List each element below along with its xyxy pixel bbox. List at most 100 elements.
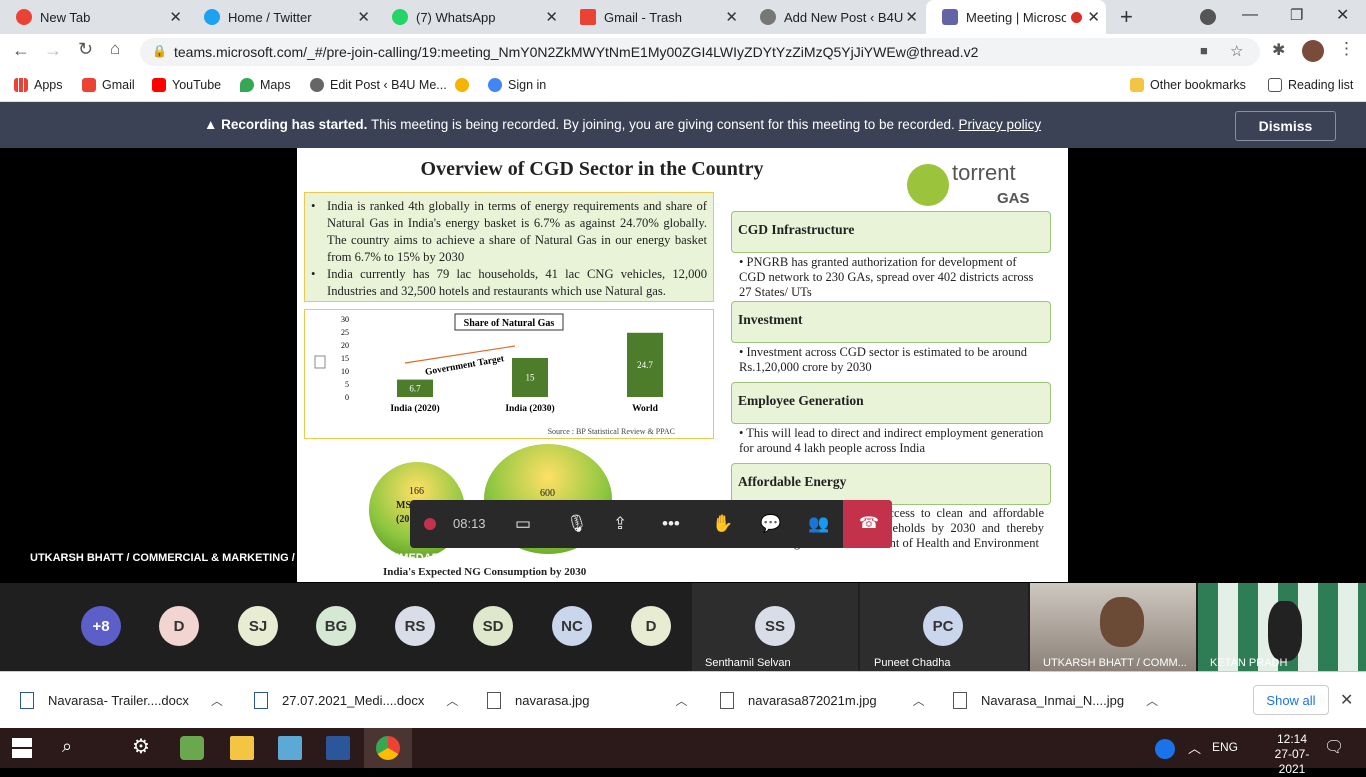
box-cgd-infrastructure: CGD Infrastructure [731,211,1051,253]
bookmark-sign-in[interactable]: Sign in [488,78,546,92]
gmail-icon [82,78,96,92]
y-tick-label: 30 [341,315,349,324]
profile-avatar[interactable] [1302,40,1324,62]
consumption-label: India's Expected NG Consumption by 2030 [383,566,587,578]
download-item[interactable]: Navarasa_Inmai_N....jpg ︿ [953,692,1158,709]
close-icon[interactable]: ✕ [725,8,738,26]
google-icon [488,78,502,92]
participant-name: KETAN PRADH [1210,657,1288,669]
file-explorer-icon[interactable] [230,736,254,760]
show-all-button[interactable]: Show all [1253,685,1329,715]
download-item[interactable]: Navarasa- Trailer....docx ︿ [20,692,223,709]
clock[interactable]: 12:14 27-07-2021 [1262,732,1322,777]
tab-search-icon[interactable] [1200,9,1216,25]
bookmark-edit-post[interactable]: Edit Post ‹ B4U Me... [310,78,447,92]
participant-avatar[interactable]: SJ [238,606,278,646]
chevron-up-icon[interactable]: ︿ [446,692,458,709]
chevron-up-icon[interactable]: ︿ [675,692,687,709]
y-tick-label: 25 [341,328,349,337]
camera-icon[interactable]: ■ [1200,43,1208,58]
tray-chevron-icon[interactable]: ︿ [1188,738,1201,757]
back-icon[interactable]: ← [12,40,30,61]
tab-new-tab[interactable]: New Tab ✕ [0,0,188,34]
mic-off-icon[interactable]: 🎙 [566,514,588,534]
tab-gmail[interactable]: Gmail - Trash ✕ [564,0,744,34]
reading-list[interactable]: Reading list [1268,78,1353,92]
minimize-icon[interactable]: — [1242,6,1258,24]
chrome-taskbar-item[interactable] [364,728,412,768]
participant-avatar[interactable]: NC [552,606,592,646]
dismiss-button[interactable]: Dismiss [1235,111,1336,141]
y-tick-label: 15 [341,354,349,363]
menu-icon[interactable]: ⋮ [1338,39,1355,59]
restore-icon[interactable]: ❐ [1290,6,1303,24]
language-indicator[interactable]: ENG [1212,740,1238,754]
notifications-icon[interactable]: 🗨 [1324,737,1344,757]
extensions-icon[interactable]: ✱ [1272,40,1285,60]
tab-whatsapp[interactable]: (7) WhatsApp ✕ [376,0,564,34]
share-chart-box: 0 5 10 15 20 25 30 Share of Natural Gas 6.7 India… [304,309,714,439]
participant-video [1100,597,1144,647]
x-tick-label: India (2020) [390,403,439,414]
download-item[interactable]: 27.07.2021_Medi....docx ︿ [254,692,458,709]
privacy-policy-link[interactable]: Privacy policy [959,117,1042,132]
settings-icon[interactable]: ⚙ [132,734,150,759]
participant-avatar[interactable]: BG [316,606,356,646]
download-item[interactable]: navarasa872021m.jpg ︿ [720,692,925,709]
logo-text: torrent [952,160,1016,185]
participant-video [1268,601,1302,661]
meeting-controls: 08:13 ▭ 🎙 ⇪ ••• ✋ 💬 👥 ☎ [410,500,892,548]
more-participants[interactable]: +8 [81,606,121,646]
help-icon[interactable] [1155,739,1175,759]
bookmark-youtube[interactable]: YouTube [152,78,221,92]
participants-icon[interactable]: 👥 [808,514,829,534]
more-options-icon[interactable]: ••• [662,514,680,534]
bookmark-emoji[interactable] [455,78,475,92]
bookmark-maps[interactable]: Maps [240,78,291,92]
tab-twitter[interactable]: Home / Twitter ✕ [188,0,376,34]
hang-up-button[interactable]: ☎ [843,500,892,548]
bookmark-gmail[interactable]: Gmail [82,78,135,92]
home-icon[interactable]: ⌂ [110,39,120,59]
bookmark-apps[interactable]: Apps [14,78,63,92]
tab-teams[interactable]: Meeting | Microso ✕ [926,0,1106,34]
word-icon[interactable] [326,736,350,760]
chat-icon[interactable]: 💬 [760,514,781,534]
search-icon[interactable]: ⌕ [62,736,72,757]
paint-icon[interactable] [180,736,204,760]
bar-value-label: 6.7 [409,383,421,393]
address-input[interactable]: 🔒 teams.microsoft.com/_#/pre-join-callin… [140,38,1260,66]
chevron-up-icon[interactable]: ︿ [913,692,925,709]
participant-name: UTKARSH BHATT / COMM... [1043,657,1187,669]
tab-b4u[interactable]: Add New Post ‹ B4U M✕ [744,0,924,34]
other-bookmarks[interactable]: Other bookmarks [1130,78,1246,92]
star-icon[interactable]: ☆ [1230,42,1243,60]
chevron-up-icon[interactable]: ︿ [1146,692,1158,709]
close-icon[interactable]: ✕ [357,8,370,26]
window-close-icon[interactable]: ✕ [1336,5,1349,25]
download-item[interactable]: navarasa.jpg ︿ [487,692,687,709]
gmail-icon [580,9,596,25]
globe-icon [760,9,776,25]
chrome-icon [376,736,400,760]
participant-avatar[interactable]: D [159,606,199,646]
participant-avatar[interactable]: D [631,606,671,646]
reload-icon[interactable]: ↻ [78,39,93,60]
share-screen-icon[interactable]: ⇪ [613,514,627,534]
notepad-icon[interactable] [278,736,302,760]
new-tab-button[interactable]: + [1120,4,1133,30]
image-file-icon [953,692,967,709]
camera-off-icon[interactable]: ▭ [515,514,531,534]
forward-icon[interactable]: → [44,40,62,61]
warning-icon: ▲ [204,117,218,132]
close-icon[interactable]: ✕ [905,8,918,26]
close-icon[interactable]: ✕ [169,8,182,26]
close-icon[interactable]: ✕ [545,8,558,26]
raise-hand-icon[interactable]: ✋ [712,514,733,534]
windows-start-icon[interactable] [12,738,32,758]
participant-avatar[interactable]: RS [395,606,435,646]
participant-avatar[interactable]: SD [473,606,513,646]
close-downloads-icon[interactable]: ✕ [1340,690,1353,710]
chevron-up-icon[interactable]: ︿ [211,692,223,709]
close-icon[interactable]: ✕ [1087,8,1100,26]
